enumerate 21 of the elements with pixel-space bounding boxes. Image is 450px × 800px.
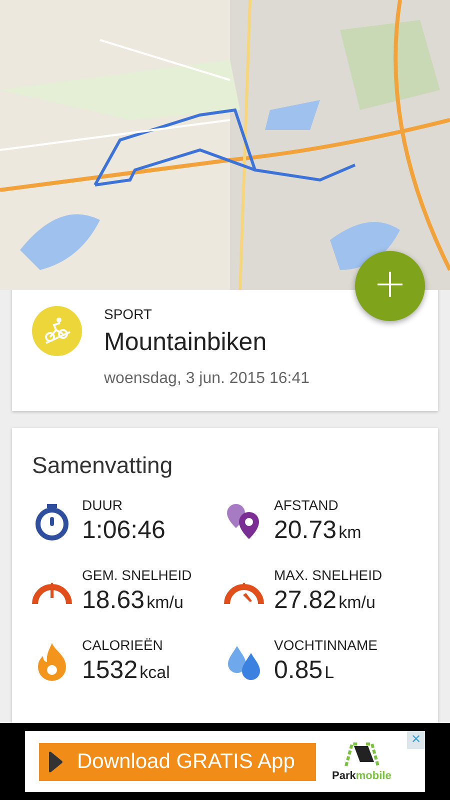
- stat-value: 1:06:46: [82, 516, 166, 545]
- play-icon: [49, 750, 63, 772]
- activity-name: Mountainbiken: [104, 328, 268, 357]
- stat-label: GEM. SNELHEID: [82, 567, 192, 583]
- download-button[interactable]: Download GRATIS App: [39, 742, 316, 780]
- stat-value: 20.73 km: [274, 516, 362, 545]
- stat-label: CALORIEËN: [82, 637, 164, 653]
- mountain-bike-icon: [32, 306, 82, 356]
- activity-date: woensdag, 3 jun. 2015 16:41: [104, 370, 310, 388]
- category-label: SPORT: [104, 306, 153, 322]
- stat-value: 18.63 km/u: [82, 586, 184, 615]
- stat-value: 27.82 km/u: [274, 586, 376, 615]
- close-button[interactable]: ×: [407, 731, 425, 749]
- stat-value: 1532 kcal: [82, 656, 170, 685]
- brand-name: Parkmobile: [332, 770, 392, 782]
- stat-value: 0.85 L: [274, 656, 336, 685]
- stat-label: MAX. SNELHEID: [274, 567, 382, 583]
- stat-label: AFSTAND: [274, 497, 340, 513]
- stat-label: DUUR: [82, 497, 124, 513]
- summary-title: Samenvatting: [32, 452, 174, 479]
- stat-label: VOCHTINNAME: [274, 637, 378, 653]
